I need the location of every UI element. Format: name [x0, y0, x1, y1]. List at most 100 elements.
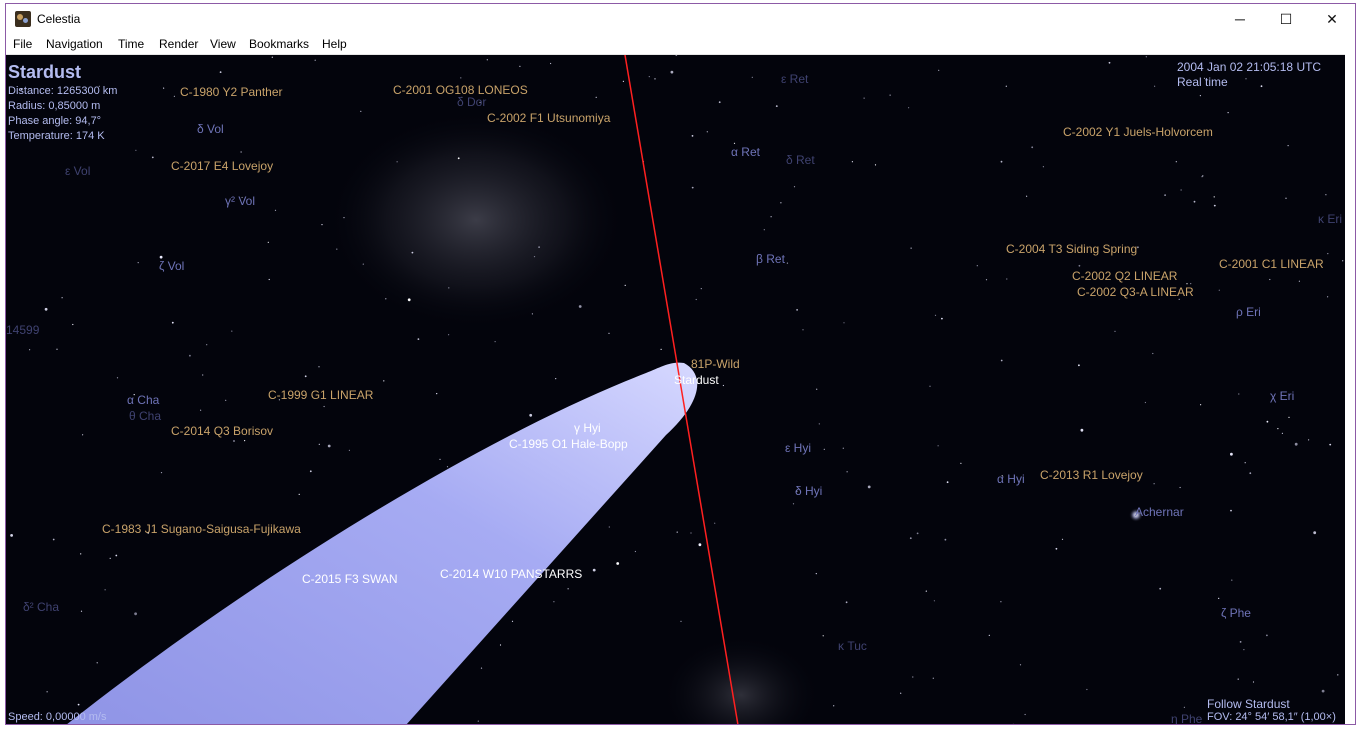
star-label[interactable]: ρ Eri: [1236, 305, 1261, 319]
star-label[interactable]: δ Dor: [457, 95, 486, 109]
comet-label[interactable]: C-2004 T3 Siding Spring: [1006, 242, 1137, 256]
background-star: [863, 97, 865, 99]
star-label[interactable]: ζ Phe: [1221, 606, 1251, 620]
background-star: [1152, 352, 1154, 355]
background-star: [916, 532, 919, 535]
spacecraft-label-stardust[interactable]: Stardust: [674, 373, 719, 387]
background-star: [1285, 197, 1287, 199]
menu-help[interactable]: Help: [322, 37, 347, 51]
background-star: [137, 262, 139, 264]
background-star: [233, 440, 235, 442]
background-star: [448, 334, 450, 336]
background-star: [225, 399, 227, 401]
minimize-button[interactable]: ─: [1217, 4, 1263, 34]
background-star: [680, 620, 682, 623]
star-label[interactable]: κ Tuc: [838, 639, 867, 653]
background-star: [77, 703, 80, 706]
menu-file[interactable]: File: [13, 37, 32, 51]
star-label[interactable]: 14599: [6, 323, 39, 337]
star-label[interactable]: ε Ret: [781, 72, 808, 86]
background-star: [553, 601, 555, 603]
star-label[interactable]: ε Vol: [65, 164, 90, 178]
star-label[interactable]: ε Hyi: [785, 441, 811, 455]
background-star: [816, 388, 818, 390]
menu-navigation[interactable]: Navigation: [46, 37, 103, 51]
background-star: [660, 348, 662, 350]
star-label[interactable]: ζ Vol: [159, 259, 184, 273]
comet-label-81p-wild[interactable]: 81P-Wild: [691, 357, 740, 371]
background-star: [1218, 289, 1220, 291]
background-star: [439, 458, 441, 460]
comet-label-hale-bopp[interactable]: C-1995 O1 Hale-Bopp: [509, 437, 628, 451]
minimize-icon: ─: [1235, 11, 1245, 27]
background-star: [1024, 713, 1026, 716]
background-star: [592, 568, 596, 572]
comet-label[interactable]: C-2017 E4 Lovejoy: [171, 159, 273, 173]
star-label[interactable]: δ² Cha: [23, 600, 59, 614]
menu-time[interactable]: Time: [118, 37, 144, 51]
background-star: [173, 95, 175, 97]
star-label[interactable]: κ Eri: [1318, 212, 1342, 226]
background-star: [163, 87, 165, 89]
background-star: [654, 78, 656, 80]
background-star: [80, 610, 83, 612]
background-star: [189, 354, 191, 357]
background-star: [670, 70, 674, 74]
menu-render[interactable]: Render: [159, 37, 198, 51]
comet-label[interactable]: C-2002 Q3-A LINEAR: [1077, 285, 1194, 299]
star-label[interactable]: δ Vol: [197, 122, 224, 136]
sky-viewport[interactable]: Stardust Distance: 1265300 km Radius: 0,…: [6, 55, 1347, 724]
background-star: [268, 278, 270, 281]
star-label[interactable]: α Ret: [731, 145, 760, 159]
comet-label-swan[interactable]: C-2015 F3 SWAN: [302, 572, 398, 586]
title-bar[interactable]: Celestia ─ ☐ ✕: [6, 4, 1355, 34]
background-star: [1244, 462, 1246, 464]
background-star: [446, 466, 449, 468]
comet-label[interactable]: C-1983 J1 Sugano-Saigusa-Fujikawa: [102, 522, 301, 536]
background-star: [733, 142, 736, 144]
background-star: [314, 59, 316, 61]
star-label[interactable]: θ Cha: [129, 409, 161, 423]
comet-label[interactable]: C-2002 Q2 LINEAR: [1072, 269, 1177, 283]
star-label[interactable]: β Ret: [756, 252, 785, 266]
star-label[interactable]: γ Hyi: [574, 421, 601, 435]
background-star: [274, 209, 277, 211]
hud-speed: Speed: 0,00000 m/s: [8, 711, 107, 723]
menu-bookmarks[interactable]: Bookmarks: [249, 37, 309, 51]
background-star: [818, 423, 820, 425]
background-star: [529, 413, 533, 417]
background-star: [698, 543, 702, 547]
comet-label[interactable]: C-2001 C1 LINEAR: [1219, 257, 1324, 271]
maximize-button[interactable]: ☐: [1263, 4, 1309, 34]
background-star: [851, 161, 854, 163]
star-label[interactable]: δ Hyi: [795, 484, 822, 498]
background-star: [802, 329, 804, 331]
comet-label[interactable]: C-2014 Q3 Borisov: [171, 424, 273, 438]
background-star: [417, 338, 420, 340]
background-star: [1061, 538, 1064, 540]
background-star: [1239, 641, 1242, 643]
comet-label[interactable]: C-1980 Y2 Panther: [180, 85, 283, 99]
star-label-achernar[interactable]: Achernar: [1135, 505, 1184, 519]
background-star: [1325, 194, 1327, 196]
background-star: [780, 202, 782, 204]
background-star: [1269, 278, 1271, 281]
star-label[interactable]: χ Eri: [1270, 389, 1294, 403]
comet-label[interactable]: C-2002 F1 Utsunomiya: [487, 111, 610, 125]
comet-label[interactable]: C-1999 G1 LINEAR: [268, 388, 373, 402]
background-star: [457, 157, 460, 160]
close-button[interactable]: ✕: [1309, 4, 1355, 34]
star-label[interactable]: α Cha: [127, 393, 159, 407]
star-label[interactable]: γ² Vol: [225, 194, 255, 208]
menu-view[interactable]: View: [210, 37, 236, 51]
background-star: [494, 341, 496, 343]
star-label[interactable]: δ Ret: [786, 153, 815, 167]
star-label[interactable]: η Phe: [1171, 712, 1202, 724]
background-star: [1055, 547, 1058, 550]
background-star: [1227, 112, 1229, 114]
star-label[interactable]: α Hyi: [997, 472, 1025, 486]
comet-label[interactable]: C-2002 Y1 Juels-Holvorcem: [1063, 125, 1213, 139]
background-star: [1230, 509, 1232, 512]
comet-label-panstarrs[interactable]: C-2014 W10 PANSTARRS: [440, 567, 582, 581]
comet-label[interactable]: C-2013 R1 Lovejoy: [1040, 468, 1143, 482]
